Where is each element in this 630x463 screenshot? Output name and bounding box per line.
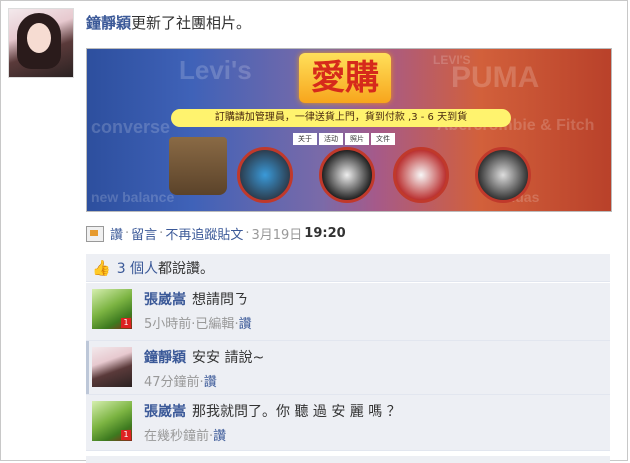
post-header: 鐘靜穎更新了社團相片。	[86, 12, 251, 33]
likes-text: 都說讚。	[158, 260, 215, 277]
comment-like-link[interactable]: 讚	[213, 429, 226, 444]
separator-dot: ·	[125, 226, 130, 241]
comment-item: 鐘靜穎 安安 請說~ 47分鐘前·讚	[86, 341, 610, 395]
headphones-image	[237, 147, 293, 203]
comment-like-link[interactable]: 讚	[204, 375, 217, 390]
comment-like-link[interactable]: 讚	[239, 317, 252, 332]
comment-item: 張崴嵩想請問ㄋ 5小時前·已編輯·讚	[86, 283, 610, 341]
comment-text: 那我就問了。你 聽 過 安 麗 嗎 ？	[192, 404, 401, 420]
photo-title: 愛購	[311, 58, 379, 98]
photo-tab: 文件	[371, 133, 395, 145]
like-link[interactable]: 讚	[110, 224, 123, 243]
photo-tab: 照片	[345, 133, 369, 145]
avatar-face	[27, 23, 51, 53]
comment-time[interactable]: 47分鐘前	[144, 375, 200, 390]
commenter-avatar[interactable]	[92, 289, 132, 329]
likes-bar: 👍 3 個人 都說讚。	[86, 254, 610, 282]
photo-tab: 活动	[319, 133, 343, 145]
photo-tagline: 訂購請加管理員，一律送貨上門，貨到付款 ,3 - 6 天到貨	[171, 109, 511, 127]
unfollow-link[interactable]: 不再追蹤貼文	[165, 224, 243, 243]
sneakers-image	[319, 147, 375, 203]
author-avatar[interactable]	[8, 8, 74, 78]
separator-dot: ·	[159, 226, 164, 241]
comment-time[interactable]: 5小時前	[144, 317, 191, 332]
post-date[interactable]: 3月19日	[251, 224, 302, 243]
post-time[interactable]: 19:20	[304, 226, 345, 241]
handbag-image	[169, 137, 227, 195]
separator-dot: ·	[245, 226, 250, 241]
commenter-name[interactable]: 張崴嵩	[144, 292, 186, 308]
commenter-name[interactable]: 鐘靜穎	[144, 350, 186, 366]
bg-logo-puma: PUMA	[451, 61, 540, 94]
comment-body: 張崴嵩 那我就問了。你 聽 過 安 麗 嗎 ？ 在幾秒鐘前·讚	[144, 401, 401, 444]
group-photo-icon	[86, 225, 104, 242]
author-name[interactable]: 鐘靜穎	[86, 14, 131, 32]
commenter-avatar[interactable]	[92, 347, 132, 387]
comment-body: 鐘靜穎 安安 請說~ 47分鐘前·讚	[144, 347, 264, 390]
photo-tabs: 关于 活动 照片 文件	[293, 133, 395, 145]
likes-count[interactable]: 3 個人	[117, 258, 158, 278]
post-photo[interactable]: Levi's LEVI'S PUMA converse Abercrombie …	[86, 48, 612, 212]
comment-text: 想請問ㄋ	[192, 292, 248, 308]
bg-logo-new-balance: new balance	[91, 189, 175, 205]
comment-meta: 47分鐘前·讚	[144, 371, 264, 390]
comment-time[interactable]: 在幾秒鐘前	[144, 429, 209, 444]
post-action: 更新了社團相片。	[131, 14, 252, 32]
comment-meta: 5小時前·已編輯·讚	[144, 313, 252, 332]
clothing-image	[393, 147, 449, 203]
comment-meta: 在幾秒鐘前·讚	[144, 425, 401, 444]
comment-item: 張崴嵩那我就問了。你 聽 過 安 麗 嗎 ？ 在幾秒鐘前·讚	[86, 395, 610, 451]
commenter-name[interactable]: 張崴嵩	[144, 404, 186, 420]
comment-highlight-bar	[86, 341, 89, 394]
commenter-avatar[interactable]	[92, 401, 132, 441]
photo-tab: 关于	[293, 133, 317, 145]
comment-link[interactable]: 留言	[131, 224, 157, 243]
watches-image	[475, 147, 531, 203]
comment-text: 安安 請說~	[192, 350, 265, 366]
comment-body: 張崴嵩 想請問ㄋ 5小時前·已編輯·讚	[144, 289, 252, 332]
thumbs-up-icon: 👍	[92, 258, 111, 277]
bg-logo-levis: Levi's	[179, 55, 252, 85]
bg-logo-converse: converse	[91, 117, 171, 137]
post-meta: 讚 · 留言 · 不再追蹤貼文 · 3月19日 19:20	[86, 224, 346, 243]
edited-label[interactable]: 已編輯	[195, 317, 234, 332]
comment-input-partial	[86, 456, 610, 463]
